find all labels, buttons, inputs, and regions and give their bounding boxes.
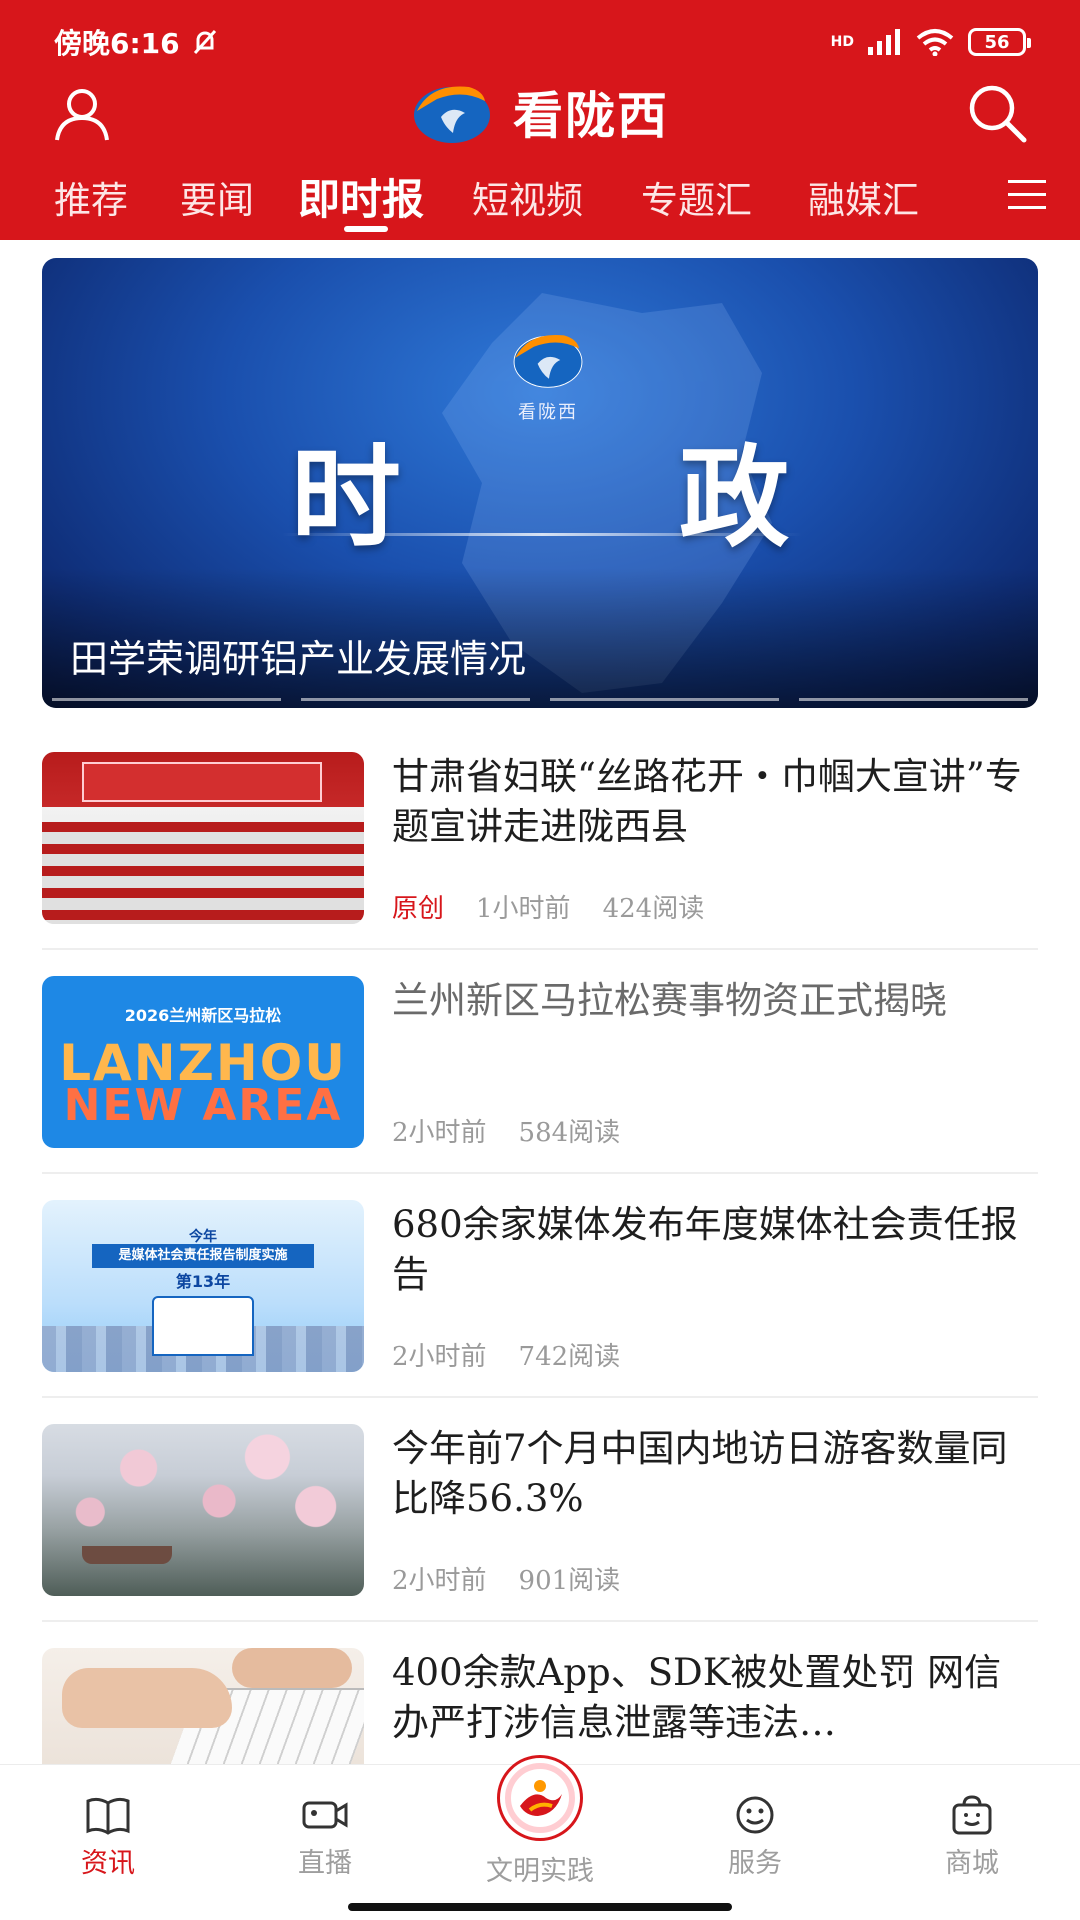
book-icon bbox=[86, 1797, 130, 1835]
news-thumbnail: 今年 是媒体社会责任报告制度实施 第13年 bbox=[42, 1200, 364, 1372]
banner-title-line bbox=[282, 533, 802, 536]
status-time: 傍晚6:16 bbox=[54, 27, 180, 60]
emblem-icon bbox=[497, 1755, 583, 1841]
original-tag: 原创 bbox=[392, 894, 445, 924]
news-time: 2小时前 bbox=[392, 1566, 487, 1596]
nav-services[interactable]: 服务 bbox=[685, 1795, 825, 1880]
news-time: 1小时前 bbox=[476, 894, 571, 924]
pager-dot[interactable] bbox=[301, 698, 530, 701]
tab-media[interactable]: 融媒汇 bbox=[808, 170, 919, 224]
network-type-label: HD bbox=[830, 34, 854, 50]
news-thumbnail bbox=[42, 1424, 364, 1596]
news-meta: 原创 1小时前 424阅读 bbox=[392, 888, 704, 925]
signal-icon bbox=[868, 29, 900, 55]
tab-short-video[interactable]: 短视频 bbox=[472, 170, 583, 224]
app-bar: 看陇西 bbox=[0, 72, 1080, 152]
news-item[interactable]: 甘肃省妇联“丝路花开・巾帼大宣讲”专题宣讲走进陇西县 原创 1小时前 424阅读 bbox=[42, 752, 1038, 976]
shopping-bag-icon bbox=[952, 1795, 992, 1835]
nav-mall[interactable]: 商城 bbox=[902, 1795, 1042, 1880]
news-time: 2小时前 bbox=[392, 1118, 487, 1148]
news-item[interactable]: 今年 是媒体社会责任报告制度实施 第13年 680余家媒体发布年度媒体社会责任报… bbox=[42, 1200, 1038, 1424]
banner-section-title: 时 政 bbox=[290, 433, 910, 562]
nav-label: 资讯 bbox=[81, 1848, 135, 1879]
news-meta: 2小时前 901阅读 bbox=[392, 1560, 620, 1597]
nav-label: 直播 bbox=[298, 1848, 352, 1879]
category-tabs: 推荐 要闻 即时报 短视频 专题汇 融媒汇 bbox=[0, 170, 1080, 234]
search-icon[interactable] bbox=[964, 80, 1030, 146]
featured-banner[interactable]: 看陇西 时 政 田学荣调研铝产业发展情况 bbox=[42, 258, 1038, 708]
thumbnail-text: NEW AREA bbox=[63, 1080, 343, 1131]
thumbnail-text: 今年 bbox=[189, 1229, 217, 1245]
banner-pager bbox=[52, 698, 1028, 701]
divider bbox=[42, 948, 1038, 950]
app-logo-icon bbox=[414, 86, 490, 143]
pager-dot[interactable] bbox=[52, 698, 281, 701]
banner-caption: 田学荣调研铝产业发展情况 bbox=[70, 637, 527, 681]
tab-headlines[interactable]: 要闻 bbox=[180, 170, 254, 224]
app-header: 傍晚6:16 HD 56 看陇西 推荐 要闻 即时报 短视频 专题汇 融媒汇 bbox=[0, 0, 1080, 240]
wifi-icon bbox=[916, 29, 954, 56]
active-tab-indicator bbox=[344, 226, 388, 232]
divider bbox=[42, 1396, 1038, 1398]
user-icon[interactable] bbox=[50, 82, 114, 146]
thumbnail-text: 第13年 bbox=[175, 1272, 231, 1291]
news-item[interactable]: 2026兰州新区马拉松 LANZHOU NEW AREA 兰州新区马拉松赛事物资… bbox=[42, 976, 1038, 1200]
pager-dot[interactable] bbox=[550, 698, 779, 701]
tab-recommend[interactable]: 推荐 bbox=[54, 170, 128, 224]
video-camera-icon bbox=[302, 1801, 348, 1829]
nav-label: 文明实践 bbox=[486, 1856, 594, 1887]
home-indicator[interactable] bbox=[348, 1903, 732, 1911]
tab-instant-news[interactable]: 即时报 bbox=[298, 166, 424, 227]
app-title: 看陇西 bbox=[513, 87, 669, 145]
nav-label: 商城 bbox=[945, 1848, 999, 1879]
mute-bell-icon bbox=[193, 29, 216, 55]
news-meta: 2小时前 742阅读 bbox=[392, 1336, 620, 1373]
news-reads: 742阅读 bbox=[518, 1342, 621, 1372]
news-reads: 901阅读 bbox=[518, 1566, 621, 1596]
menu-icon[interactable] bbox=[1008, 180, 1046, 210]
news-title: 甘肃省妇联“丝路花开・巾帼大宣讲”专题宣讲走进陇西县 bbox=[392, 755, 1022, 848]
banner-logo-icon bbox=[513, 334, 583, 388]
news-reads: 584阅读 bbox=[518, 1118, 621, 1148]
smile-icon bbox=[736, 1796, 774, 1834]
news-time: 2小时前 bbox=[392, 1342, 487, 1372]
divider bbox=[42, 1172, 1038, 1174]
nav-label: 服务 bbox=[728, 1848, 782, 1879]
battery-level: 56 bbox=[984, 31, 1010, 53]
tab-topics[interactable]: 专题汇 bbox=[641, 170, 752, 224]
brand: 看陇西 bbox=[411, 76, 669, 148]
news-thumbnail: 2026兰州新区马拉松 LANZHOU NEW AREA bbox=[42, 976, 364, 1148]
status-bar: 傍晚6:16 HD 56 bbox=[54, 22, 1031, 62]
thumbnail-text: 是媒体社会责任报告制度实施 bbox=[92, 1244, 314, 1268]
news-thumbnail bbox=[42, 752, 364, 924]
battery-icon: 56 bbox=[968, 28, 1031, 56]
news-title: 400余款App、SDK被处置处罚 网信办严打涉信息泄露等违法… bbox=[392, 1651, 1002, 1744]
nav-civilization-practice[interactable]: 文明实践 bbox=[470, 1755, 610, 1888]
news-item[interactable]: 今年前7个月中国内地访日游客数量同比降56.3% 2小时前 901阅读 bbox=[42, 1424, 1038, 1648]
news-title: 680余家媒体发布年度媒体社会责任报告 bbox=[392, 1203, 1018, 1296]
pager-dot[interactable] bbox=[799, 698, 1028, 701]
divider bbox=[42, 1620, 1038, 1622]
news-title: 兰州新区马拉松赛事物资正式揭晓 bbox=[392, 979, 947, 1022]
bottom-navigation: 资讯 直播 文明实践 服务 商城 bbox=[0, 1755, 1080, 1920]
thumbnail-caption: 2026兰州新区马拉松 bbox=[124, 1006, 282, 1025]
nav-news[interactable]: 资讯 bbox=[38, 1795, 178, 1880]
nav-live[interactable]: 直播 bbox=[255, 1795, 395, 1880]
news-title: 今年前7个月中国内地访日游客数量同比降56.3% bbox=[392, 1427, 1008, 1520]
news-meta: 2小时前 584阅读 bbox=[392, 1112, 620, 1149]
news-reads: 424阅读 bbox=[602, 894, 705, 924]
